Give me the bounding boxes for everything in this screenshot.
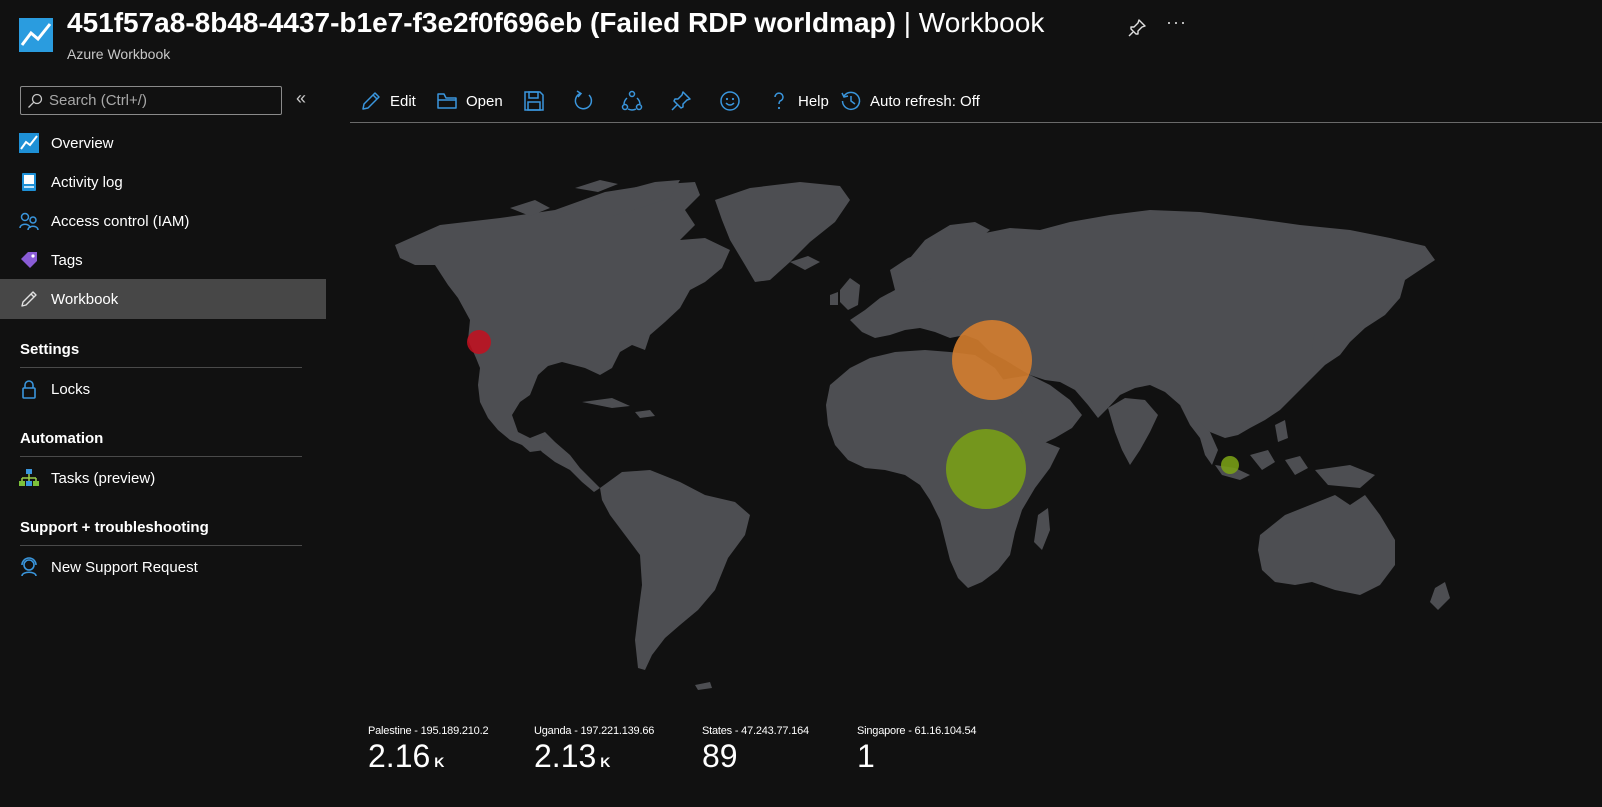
stat-tile-states: States - 47.243.77.164 89 [702, 725, 809, 774]
bubble-singapore[interactable] [1221, 456, 1239, 474]
stat-tile-palestine: Palestine - 195.189.210.2 2.16 K [368, 725, 489, 774]
pin-icon [671, 91, 691, 111]
sidebar-item-label: Overview [51, 134, 114, 152]
workbook-app-icon [19, 18, 53, 52]
more-options-icon[interactable]: ··· [1166, 12, 1187, 33]
pin-button[interactable] [670, 86, 692, 116]
refresh-button[interactable] [572, 86, 594, 116]
workbook-toolbar: Edit Open Help Auto refresh: Off [350, 82, 1602, 122]
section-heading-automation: Automation [20, 430, 104, 447]
stat-tile-singapore: Singapore - 61.16.104.54 1 [857, 725, 977, 774]
map-land [395, 180, 1450, 690]
help-icon [774, 92, 784, 110]
sidebar-item-overview[interactable]: Overview [0, 123, 326, 163]
bubble-states[interactable] [467, 330, 491, 354]
stat-tile-uganda: Uganda - 197.221.139.66 2.13 K [534, 725, 655, 774]
page-header: 451f57a8-8b48-4437-b1e7-f3e2f0f696eb (Fa… [0, 0, 1602, 70]
sidebar-item-label: Access control (IAM) [51, 212, 190, 230]
search-icon [28, 93, 43, 108]
sidebar-item-workbook[interactable]: Workbook [0, 279, 326, 319]
page-title: 451f57a8-8b48-4437-b1e7-f3e2f0f696eb (Fa… [67, 7, 1045, 38]
feedback-button[interactable] [719, 86, 741, 116]
share-icon [621, 90, 643, 111]
collapse-sidebar-icon[interactable]: « [296, 88, 306, 109]
overview-icon [19, 133, 39, 153]
sidebar-item-tags[interactable]: Tags [0, 240, 326, 280]
help-button[interactable]: Help [768, 86, 829, 116]
sidebar-item-label: Activity log [51, 173, 123, 191]
smiley-icon [720, 91, 740, 111]
pencil-icon [21, 291, 37, 307]
world-map [395, 180, 1450, 690]
tasks-icon [19, 469, 39, 486]
sidebar-item-tasks[interactable]: Tasks (preview) [0, 458, 326, 498]
edit-button[interactable]: Edit [360, 86, 416, 116]
refresh-icon [574, 90, 593, 110]
sidebar-item-label: New Support Request [51, 558, 198, 576]
search-input[interactable] [49, 90, 277, 111]
support-icon [21, 557, 37, 577]
sidebar-item-new-support-request[interactable]: New Support Request [0, 547, 326, 587]
save-icon [524, 91, 544, 111]
section-heading-settings: Settings [20, 341, 80, 358]
tag-icon [21, 252, 37, 268]
sidebar: « Overview Activity log Access control (… [0, 80, 326, 807]
folder-icon [437, 93, 457, 109]
bubble-uganda[interactable] [946, 429, 1026, 509]
sidebar-item-label: Tags [51, 251, 83, 269]
sidebar-item-locks[interactable]: Locks [0, 369, 326, 409]
sidebar-item-label: Locks [51, 380, 91, 398]
sidebar-item-iam[interactable]: Access control (IAM) [0, 201, 326, 241]
sidebar-item-label: Workbook [51, 290, 119, 308]
history-icon [841, 91, 861, 110]
sidebar-item-label: Tasks (preview) [51, 469, 156, 487]
page-subtitle: Azure Workbook [67, 46, 171, 62]
activity-log-icon [22, 173, 36, 191]
sidebar-item-activity-log[interactable]: Activity log [0, 162, 326, 202]
divider [20, 367, 302, 368]
divider [20, 456, 302, 457]
iam-icon [19, 212, 39, 231]
open-button[interactable]: Open [436, 86, 503, 116]
lock-icon [22, 380, 36, 399]
bubble-palestine[interactable] [952, 320, 1032, 400]
pencil-icon [362, 92, 380, 110]
auto-refresh-button[interactable]: Auto refresh: Off [840, 86, 980, 116]
search-box[interactable] [20, 86, 282, 115]
toolbar-divider [350, 122, 1602, 123]
pin-icon[interactable] [1126, 17, 1148, 39]
save-button[interactable] [523, 86, 545, 116]
divider [20, 545, 302, 546]
share-button[interactable] [621, 86, 643, 116]
section-heading-support: Support + troubleshooting [20, 519, 209, 536]
